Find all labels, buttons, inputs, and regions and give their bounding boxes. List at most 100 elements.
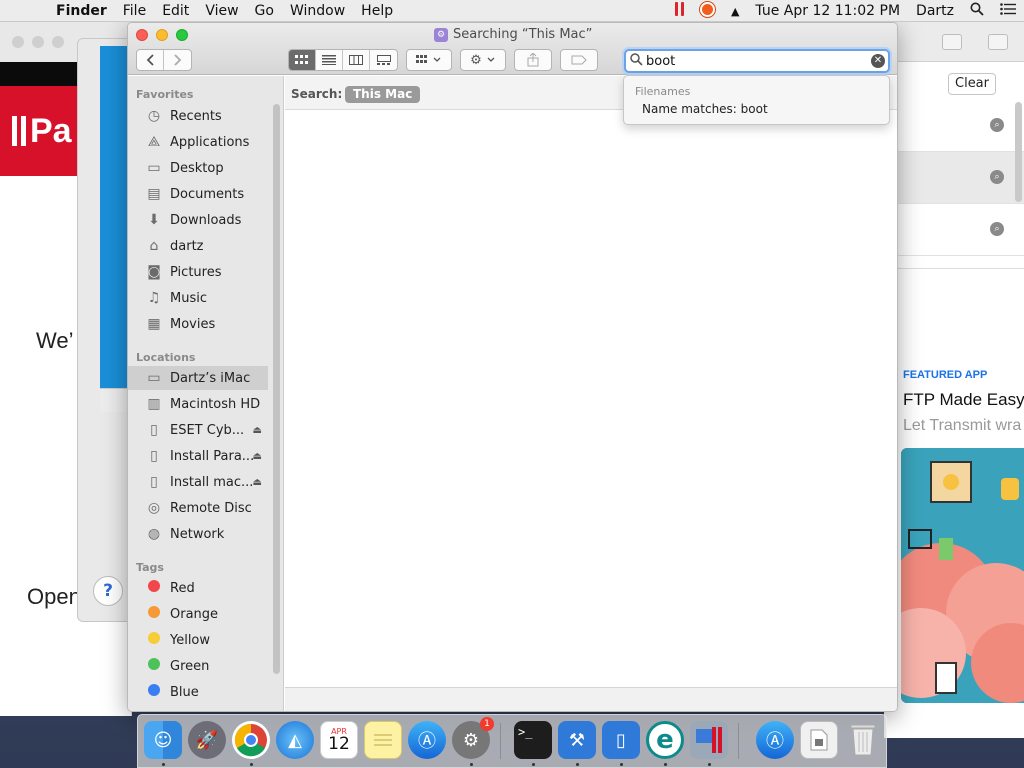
parallels-open-text: Open xyxy=(27,584,81,609)
share-icon[interactable] xyxy=(942,34,962,50)
sidebar-tag-orange[interactable]: Orange xyxy=(128,602,268,626)
sidebar-scrollbar[interactable] xyxy=(273,104,280,674)
disk-icon: ▯ xyxy=(150,474,158,490)
gallery-view-button[interactable] xyxy=(370,50,397,70)
action-button[interactable]: ⚙ xyxy=(460,49,506,71)
share-icon xyxy=(527,53,539,67)
search-field[interactable]: ✕ xyxy=(624,49,890,73)
list-view-button[interactable] xyxy=(316,50,343,70)
tag-color-dot xyxy=(148,606,160,618)
sidebar-item-network[interactable]: ◍ Network xyxy=(128,522,268,546)
sidebar-item-install-macos[interactable]: ▯ Install mac... ⏏ xyxy=(128,470,268,494)
eject-icon[interactable]: ▲ xyxy=(723,5,747,18)
sidebar-item-dartz[interactable]: ⌂ dartz xyxy=(128,234,268,258)
icon-view-button[interactable] xyxy=(289,50,316,70)
featured-title[interactable]: FTP Made Easy xyxy=(903,390,1024,410)
list-item[interactable]: ⌕ xyxy=(898,100,1024,152)
sidebar-tag-red[interactable]: Red xyxy=(128,576,268,600)
eject-icon[interactable]: ⏏ xyxy=(253,477,262,488)
close-button[interactable] xyxy=(136,29,148,41)
list-item[interactable]: ⌕ xyxy=(898,204,1024,256)
sidebar-item-macintosh-hd[interactable]: ▥ Macintosh HD xyxy=(128,392,268,416)
menu-file[interactable]: File xyxy=(115,3,154,19)
sidebar-item-imac[interactable]: ▭ Dartz’s iMac xyxy=(128,366,268,390)
download-icon: ⬇ xyxy=(148,212,160,228)
column-view-button[interactable] xyxy=(343,50,370,70)
calendar-icon[interactable]: APR 12 xyxy=(320,721,358,759)
dock: ☺ 🚀 ◭ APR 12 Ⓐ ⚙ 1 >_ ⚒ ▯ e Ⓐ xyxy=(137,714,887,768)
safari-icon[interactable]: ◭ xyxy=(276,721,314,759)
scrollbar[interactable] xyxy=(1015,102,1022,202)
menu-user[interactable]: Dartz xyxy=(908,3,962,19)
sidebar-item-recents[interactable]: ◷ Recents xyxy=(128,104,268,128)
help-button[interactable]: ? xyxy=(93,576,123,606)
sidebar-tag-blue[interactable]: Blue xyxy=(128,680,268,704)
sidebar-item-downloads[interactable]: ⬇ Downloads xyxy=(128,208,268,232)
sidebar-header-favorites: Favorites xyxy=(136,88,194,101)
eset-icon[interactable]: e xyxy=(646,721,684,759)
minimize-button[interactable] xyxy=(156,29,168,41)
eject-icon[interactable]: ⏏ xyxy=(253,451,262,462)
eject-icon[interactable]: ⏏ xyxy=(253,425,262,436)
menu-view[interactable]: View xyxy=(197,3,246,19)
sidebar-header-tags: Tags xyxy=(136,561,164,574)
app-store-window: Clear ⌕ ⌕ ⌕ FEATURED APP FTP Made Easy L… xyxy=(884,22,1024,738)
tags-button[interactable] xyxy=(560,49,598,71)
sidebar-item-documents[interactable]: ▤ Documents xyxy=(128,182,268,206)
sidebar-tag-yellow[interactable]: Yellow xyxy=(128,628,268,652)
menu-datetime[interactable]: Tue Apr 12 11:02 PM xyxy=(747,3,908,19)
share-button[interactable] xyxy=(514,49,552,71)
notification-center-icon[interactable] xyxy=(992,3,1024,19)
menu-help[interactable]: Help xyxy=(353,3,401,19)
sidebar-item-eset[interactable]: ▯ ESET Cyb... ⏏ xyxy=(128,418,268,442)
xcode-icon[interactable]: ⚒ xyxy=(558,721,596,759)
menu-edit[interactable]: Edit xyxy=(154,3,197,19)
parallels-icon[interactable] xyxy=(690,721,728,759)
results-area[interactable]: Search: This Mac xyxy=(285,76,897,711)
document-icon[interactable] xyxy=(800,721,838,759)
group-by-button[interactable] xyxy=(406,49,452,71)
menu-go[interactable]: Go xyxy=(247,3,282,19)
featured-subtitle: Let Transmit wra xyxy=(903,417,1022,434)
sidebar-item-music[interactable]: ♫ Music xyxy=(128,286,268,310)
parallels-icon[interactable] xyxy=(667,2,692,20)
sidebar-item-applications[interactable]: ⟁ Applications xyxy=(128,130,268,154)
finder-icon[interactable]: ☺ xyxy=(144,721,182,759)
scope-this-mac-button[interactable]: This Mac xyxy=(345,86,421,103)
app-store-download-icon[interactable]: Ⓐ xyxy=(756,721,794,759)
window-icon[interactable] xyxy=(988,34,1008,50)
menu-window[interactable]: Window xyxy=(282,3,353,19)
app-store-icon[interactable]: Ⓐ xyxy=(408,721,446,759)
chrome-icon[interactable] xyxy=(232,721,270,759)
window-title: ⚙ Searching “This Mac” xyxy=(434,27,592,42)
firefox-status-icon[interactable] xyxy=(692,1,723,21)
sidebar-item-install-parallels[interactable]: ▯ Install Para... ⏏ xyxy=(128,444,268,468)
search-icon: ⌕ xyxy=(990,170,1004,184)
list-item[interactable]: ⌕ xyxy=(898,152,1024,204)
sidebar-item-remote-disc[interactable]: ◎ Remote Disc xyxy=(128,496,268,520)
simulator-icon[interactable]: ▯ xyxy=(602,721,640,759)
sidebar-item-desktop[interactable]: ▭ Desktop xyxy=(128,156,268,180)
menu-app-name[interactable]: Finder xyxy=(48,3,115,19)
suggestion-name-matches[interactable]: Name matches: boot xyxy=(642,102,768,116)
sidebar-item-movies[interactable]: ▦ Movies xyxy=(128,312,268,336)
clear-search-icon[interactable]: ✕ xyxy=(871,54,885,68)
back-button[interactable] xyxy=(137,50,164,70)
notes-icon[interactable] xyxy=(364,721,402,759)
system-preferences-icon[interactable]: ⚙ 1 xyxy=(452,717,494,759)
terminal-icon[interactable]: >_ xyxy=(514,721,552,759)
zoom-button[interactable] xyxy=(176,29,188,41)
spotlight-icon[interactable] xyxy=(962,2,992,20)
forward-button[interactable] xyxy=(164,50,191,70)
globe-icon: ◍ xyxy=(147,526,161,542)
trash-icon[interactable] xyxy=(844,721,882,759)
clear-button[interactable]: Clear xyxy=(948,73,996,95)
featured-label: FEATURED APP xyxy=(903,369,988,381)
sidebar-item-pictures[interactable]: ◙ Pictures xyxy=(128,260,268,284)
sidebar-tag-green[interactable]: Green xyxy=(128,654,268,678)
finder-window: ⚙ Searching “This Mac” ⚙ boot ✕ Favorite… xyxy=(127,22,898,712)
search-input[interactable] xyxy=(646,52,846,70)
featured-artwork[interactable] xyxy=(901,448,1024,703)
menu-bar: Finder File Edit View Go Window Help ▲ T… xyxy=(0,0,1024,22)
launchpad-icon[interactable]: 🚀 xyxy=(188,721,226,759)
